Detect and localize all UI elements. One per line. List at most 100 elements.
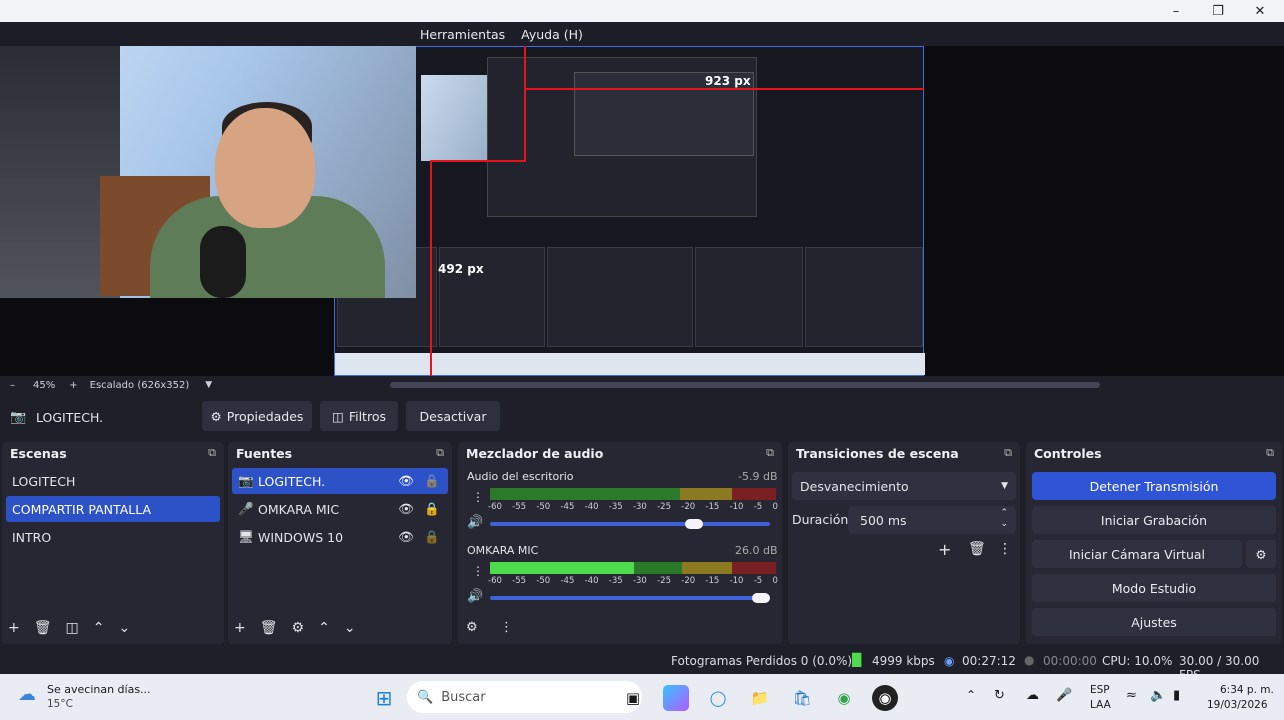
advanced-audio-icon[interactable]: ⚙	[466, 620, 478, 635]
microphone-icon[interactable]: 🎤	[1056, 688, 1072, 703]
gear-icon[interactable]: ⚙	[292, 620, 305, 636]
filters-button[interactable]: ◫ Filtros	[320, 401, 398, 431]
speaker-icon[interactable]: 🔈	[1150, 688, 1166, 703]
source-item-windows-10[interactable]: 🖥 WINDOWS 10 👁 🔒	[232, 524, 448, 550]
menu-ayuda[interactable]: Ayuda (H)	[521, 27, 583, 42]
temperature: 15°C	[47, 698, 73, 710]
maximize-icon[interactable]: ❐	[1196, 0, 1240, 22]
volume-slider-desktop[interactable]	[490, 519, 770, 529]
obs-icon[interactable]: ◉	[872, 685, 898, 711]
screen-capture-source[interactable]	[334, 46, 925, 376]
undock-icon[interactable]: ⧉	[208, 446, 216, 460]
transition-select[interactable]: Desvanecimiento ▼	[792, 472, 1016, 500]
lock-icon[interactable]: 🔒	[424, 529, 440, 545]
meter-ticks-mic: -60 -55 -50 -45 -40 -35 -30 -25 -20 -15 -10 -5 0	[488, 576, 778, 586]
trash-icon[interactable]: 🗑	[34, 620, 52, 636]
source-item-logitech[interactable]: 📷 LOGITECH. 👁 🔒	[232, 468, 448, 494]
cpu-usage: CPU: 10.0%	[1102, 654, 1173, 668]
store-icon[interactable]: 🛍	[789, 685, 815, 711]
minimize-icon[interactable]: –	[1154, 0, 1198, 22]
properties-button[interactable]: ⚙ Propiedades	[202, 401, 312, 431]
meter-tick-label: -20	[681, 502, 696, 512]
edge-icon[interactable]: ◯	[705, 685, 731, 711]
more-options-icon[interactable]: ⋮	[998, 541, 1012, 557]
move-down-icon[interactable]: ⌄	[118, 620, 130, 636]
preview-scrollbar[interactable]	[390, 382, 1100, 388]
close-icon[interactable]: ✕	[1238, 0, 1282, 22]
tray-chevron-icon[interactable]: ⌃	[966, 688, 976, 702]
undock-icon[interactable]: ⧉	[1266, 446, 1274, 460]
monitor-icon: 🖥	[238, 529, 254, 544]
start-virtual-camera-button[interactable]: Iniciar Cámara Virtual	[1032, 540, 1242, 568]
eye-icon[interactable]: 👁	[398, 529, 414, 545]
lock-icon[interactable]: 🔒	[424, 501, 440, 517]
volume-slider-handle[interactable]	[684, 519, 703, 529]
move-up-icon[interactable]: ⌃	[318, 620, 330, 636]
trash-icon[interactable]: 🗑	[968, 541, 986, 557]
app-icon[interactable]	[663, 685, 689, 711]
scaling-dropdown-icon[interactable]: ▼	[205, 380, 212, 390]
zoom-level: 45%	[33, 379, 56, 391]
move-down-icon[interactable]: ⌄	[344, 620, 356, 636]
task-view-icon[interactable]: ▣	[620, 685, 646, 711]
clock-time[interactable]: 6:34 p. m.	[1220, 684, 1274, 696]
eye-icon[interactable]: 👁	[398, 473, 414, 489]
mixer-title: Mezclador de audio	[466, 445, 604, 461]
wifi-icon[interactable]: ≈	[1126, 688, 1137, 703]
lock-icon[interactable]: 🔒	[424, 473, 440, 489]
more-options-icon[interactable]: ⋮	[472, 490, 484, 504]
language-top[interactable]: ESP	[1090, 684, 1110, 696]
gear-icon: ⚙	[210, 408, 222, 424]
studio-mode-button[interactable]: Modo Estudio	[1032, 574, 1276, 602]
meter-tick-label: -25	[657, 576, 671, 586]
settings-button[interactable]: Ajustes	[1032, 608, 1276, 636]
meter-tick-label: -50	[536, 502, 551, 512]
weather-icon[interactable]: ☁	[18, 684, 36, 705]
stop-stream-button[interactable]: Detener Transmisión	[1032, 472, 1276, 500]
more-options-icon[interactable]: ⋮	[500, 620, 513, 635]
move-up-icon[interactable]: ⌃	[93, 620, 105, 636]
preview-canvas[interactable]: 923 px 492 px	[0, 46, 1284, 376]
taskbar-search[interactable]: 🔍 Buscar	[407, 681, 642, 713]
meter-tick-label: -10	[729, 502, 744, 512]
volume-slider-mic[interactable]	[490, 593, 770, 603]
file-explorer-icon[interactable]: 📁	[747, 685, 773, 711]
volume-slider-handle[interactable]	[752, 593, 770, 603]
stepper-up-icon[interactable]: ⌃	[1000, 508, 1008, 518]
zoom-out-icon[interactable]: –	[10, 380, 15, 391]
cloud-icon[interactable]: ☁	[1026, 688, 1039, 703]
undock-icon[interactable]: ⧉	[766, 446, 774, 460]
virtual-camera-settings-button[interactable]: ⚙	[1246, 540, 1276, 568]
scene-item-compartir-pantalla[interactable]: COMPARTIR PANTALLA	[6, 496, 220, 522]
channel-name-mic: OMKARA MIC	[467, 544, 539, 557]
duration-input[interactable]: 500 ms ⌃ ⌄	[848, 506, 1016, 534]
volume-icon[interactable]: 🔊	[467, 515, 483, 530]
sync-icon[interactable]: ↻	[994, 688, 1005, 703]
add-icon[interactable]: +	[938, 540, 951, 559]
add-icon[interactable]: +	[234, 620, 246, 636]
battery-icon[interactable]: ▮	[1173, 688, 1180, 703]
undock-icon[interactable]: ⧉	[436, 446, 444, 460]
menu-herramientas[interactable]: Herramientas	[420, 27, 505, 42]
weather-text[interactable]: Se avecinan días...	[47, 683, 151, 696]
add-icon[interactable]: +	[8, 620, 20, 636]
scene-item-intro[interactable]: INTRO	[6, 524, 220, 550]
source-item-omkara-mic[interactable]: 🎤 OMKARA MIC 👁 🔒	[232, 496, 448, 522]
controls-title: Controles	[1034, 445, 1102, 461]
volume-icon[interactable]: 🔊	[467, 589, 483, 604]
more-options-icon[interactable]: ⋮	[472, 564, 484, 578]
chrome-icon[interactable]: ◉	[831, 685, 857, 711]
webcam-source[interactable]	[0, 46, 416, 298]
windows-start-icon[interactable]: ⊞	[371, 685, 397, 711]
scene-item-logitech[interactable]: LOGITECH	[6, 468, 220, 494]
sources-dock: Fuentes ⧉ 📷 LOGITECH. 👁 🔒 🎤 OMKARA MIC 👁 …	[228, 442, 452, 644]
trash-icon[interactable]: 🗑	[260, 620, 278, 636]
start-recording-button[interactable]: Iniciar Grabación	[1032, 506, 1276, 534]
filter-icon[interactable]: ◫	[66, 620, 79, 636]
deactivate-button[interactable]: Desactivar	[406, 401, 500, 431]
eye-icon[interactable]: 👁	[398, 501, 414, 517]
zoom-in-icon[interactable]: +	[69, 380, 77, 391]
stepper-down-icon[interactable]: ⌄	[1000, 519, 1008, 529]
meter-tick-label: -30	[632, 502, 647, 512]
undock-icon[interactable]: ⧉	[1004, 446, 1012, 460]
